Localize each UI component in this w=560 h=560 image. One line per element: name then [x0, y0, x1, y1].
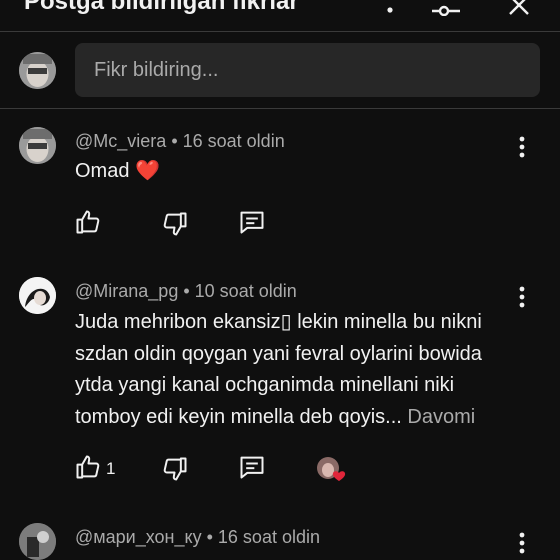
like-count: 1 [106, 459, 116, 478]
meta-separator: • [206, 527, 218, 547]
comment-time: 16 soat oldin [217, 527, 320, 547]
close-icon[interactable] [506, 0, 534, 16]
creator-heart-icon [315, 455, 347, 485]
like-icon[interactable] [74, 453, 102, 481]
comment-text-line: Juda mehribon ekansiz▯ lekin minella bu … [75, 311, 482, 333]
comment-meta: @Mirana_pg • 10 soat oldin [75, 281, 297, 302]
comment-meta: @Mc_viera • 16 soat oldin [75, 131, 285, 152]
avatar[interactable] [19, 127, 56, 164]
avatar[interactable] [19, 277, 56, 314]
comment-text-line-last: tomboy edi keyin minella deb qoyis... Da… [75, 402, 525, 434]
comment-more-icon[interactable] [512, 285, 532, 309]
comment-author[interactable]: @Mirana_pg [75, 281, 178, 301]
read-more-link[interactable]: Davomi [407, 406, 475, 428]
like-icon[interactable] [74, 208, 102, 236]
comment-time: 10 soat oldin [194, 281, 297, 301]
my-avatar [19, 52, 56, 89]
comment-input[interactable]: Fikr bildiring... [75, 43, 540, 97]
comment-text-line: szdan oldin qoygan yani fevral oylarini … [75, 342, 482, 365]
filter-icon[interactable] [430, 0, 460, 16]
comment-text-line: ytda yangi kanal ochganimda minellani ni… [75, 374, 455, 396]
comment-more-icon[interactable] [512, 135, 532, 159]
panel-title: Postga bildirilgan fikrlar [24, 0, 299, 15]
meta-separator: • [171, 131, 183, 151]
avatar[interactable] [19, 523, 56, 560]
panel-header: Postga bildirilgan fikrlar [0, 0, 560, 30]
reply-icon[interactable] [238, 453, 266, 481]
header-more-icon[interactable] [376, 0, 404, 16]
dislike-icon[interactable] [161, 210, 189, 238]
dislike-icon[interactable] [161, 455, 189, 483]
composer-divider [0, 108, 560, 109]
meta-separator: • [183, 281, 195, 301]
comment-input-placeholder: Fikr bildiring... [94, 58, 219, 81]
comment-more-icon[interactable] [512, 531, 532, 555]
comment-text: Juda mehribon ekansiz▯ lekin minella bu … [75, 307, 525, 433]
comment-author[interactable]: @Mc_viera [75, 131, 166, 151]
comment-author[interactable]: @мари_хон_ку [75, 527, 202, 547]
comment-text: Omad ❤️ [75, 160, 160, 182]
reply-icon[interactable] [238, 208, 266, 236]
comment-time: 16 soat oldin [182, 131, 285, 151]
comment-text-line: tomboy edi keyin minella deb qoyis... [75, 405, 402, 428]
comment-meta: @мари_хон_ку • 16 soat oldin [75, 527, 320, 548]
header-divider [0, 31, 560, 32]
